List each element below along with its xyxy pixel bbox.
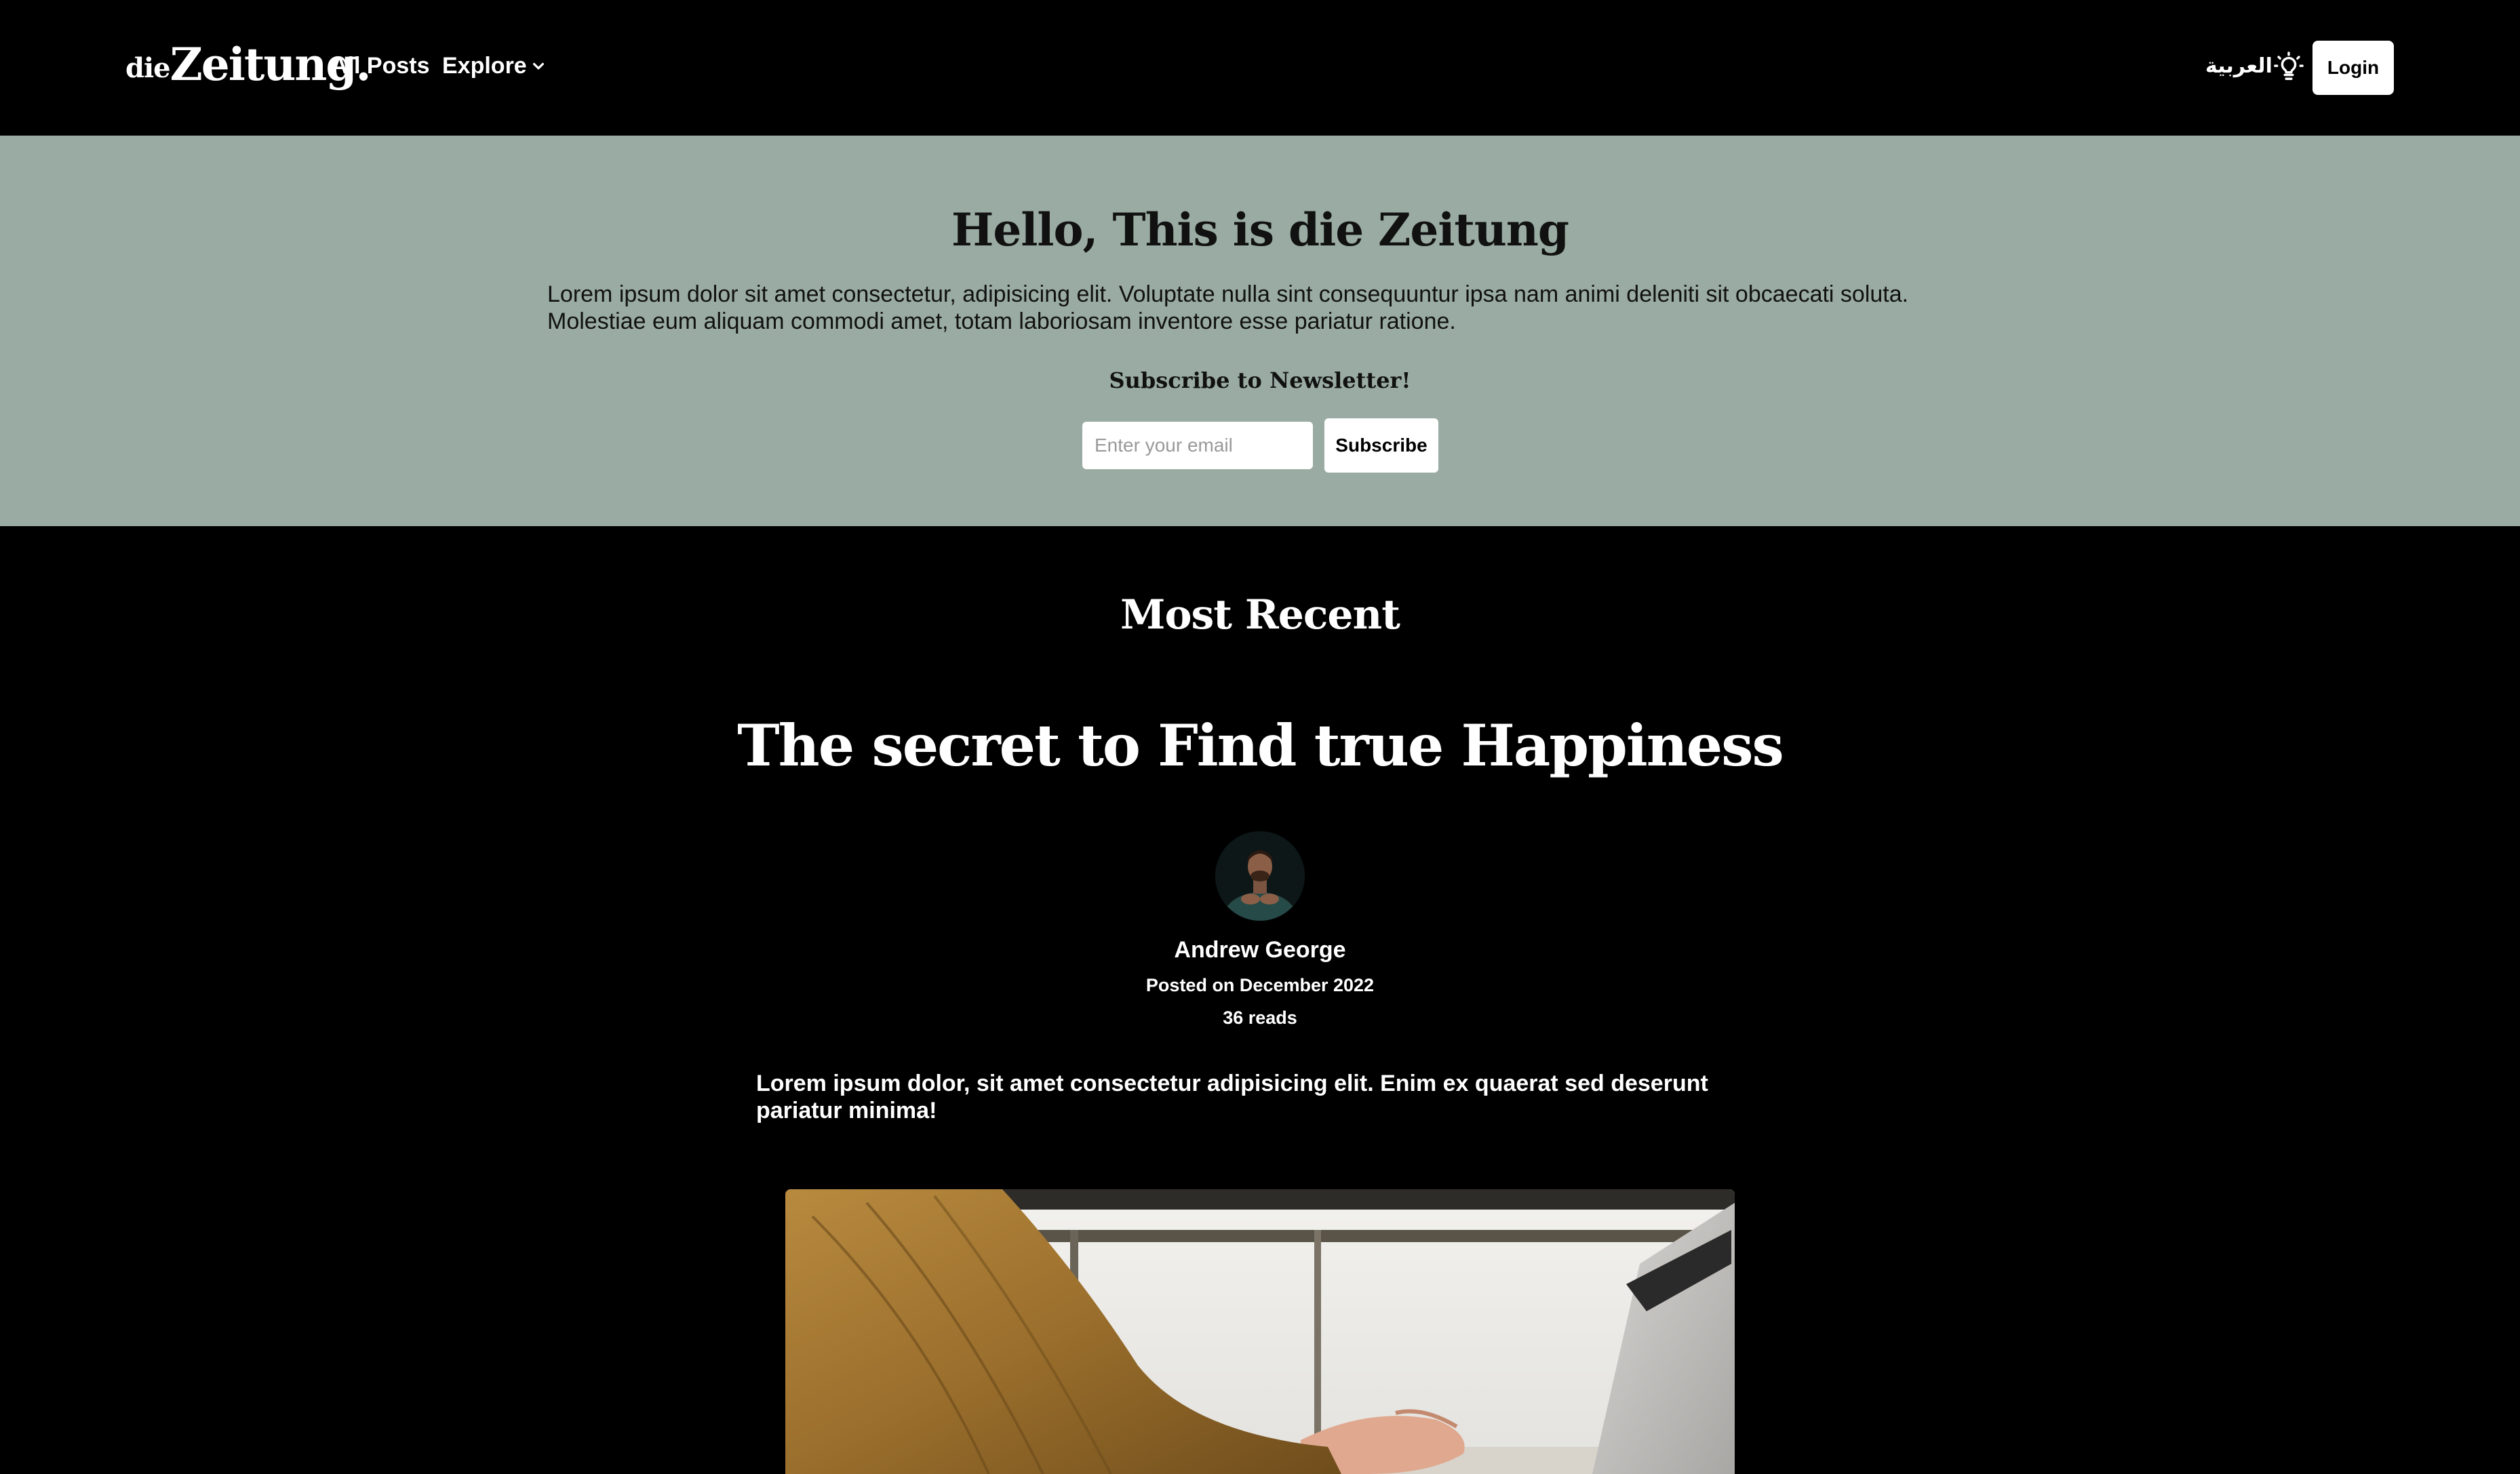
hero-section: Hello, This is die Zeitung Lorem ipsum d…: [0, 136, 2520, 526]
login-button[interactable]: Login: [2312, 41, 2394, 95]
hero-description: Lorem ipsum dolor sit amet consectetur, …: [547, 281, 1909, 334]
top-navbar: die Zeitung. All Posts Explore العربية L…: [0, 0, 2520, 136]
newsletter-label: Subscribe to Newsletter!: [1109, 367, 1411, 393]
lightbulb-icon[interactable]: [2273, 52, 2304, 83]
nav-explore-label: Explore: [442, 53, 527, 79]
post-excerpt: Lorem ipsum dolor, sit amet consectetur …: [756, 1071, 1708, 1123]
laptop-typing-photo: [785, 1189, 1735, 1474]
nav-all-posts-link[interactable]: All Posts: [331, 53, 429, 79]
newsletter-email-input[interactable]: [1082, 422, 1313, 469]
read-count: 36 reads: [1223, 1008, 1297, 1028]
subscribe-button[interactable]: Subscribe: [1324, 418, 1438, 473]
hero-title: Hello, This is die Zeitung: [951, 203, 1569, 256]
post-cover-image[interactable]: [785, 1189, 1735, 1474]
language-switch-link[interactable]: العربية: [2205, 54, 2272, 78]
chevron-down-icon: [532, 62, 544, 69]
author-name[interactable]: Andrew George: [0, 937, 2520, 963]
author-avatar[interactable]: [1215, 831, 1305, 921]
author-photo: [1215, 831, 1305, 921]
section-title: Most Recent: [1120, 591, 1400, 639]
post-date: Posted on December 2022: [1145, 975, 1375, 995]
logo-prefix: die: [125, 52, 171, 84]
post-title-link[interactable]: The secret to Find true Happiness: [0, 712, 2520, 779]
nav-explore-dropdown[interactable]: Explore: [442, 53, 546, 79]
